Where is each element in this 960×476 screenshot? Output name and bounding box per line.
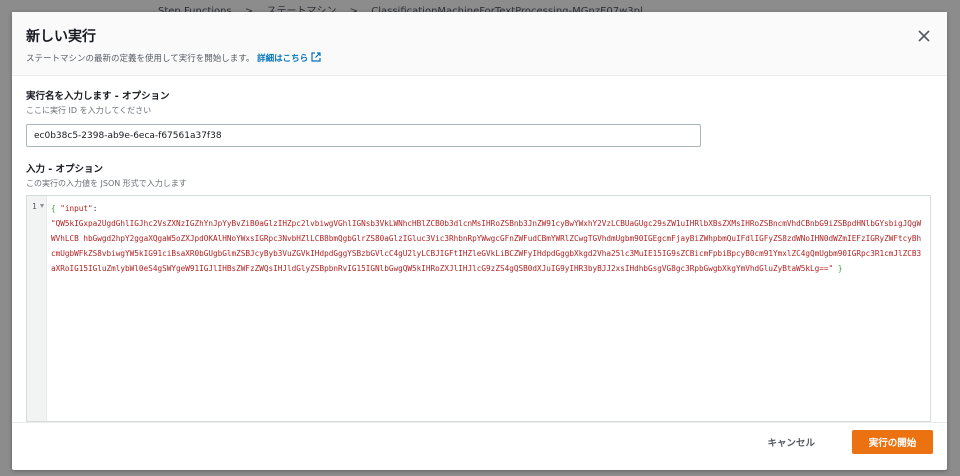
execution-name-input[interactable] <box>26 124 701 147</box>
json-colon: : <box>92 204 98 213</box>
editor-code[interactable]: { "input": "QW5kIGxpa2UgdGhlIGJhc2VsZXNz… <box>51 201 924 276</box>
modal-title: 新しい実行 <box>26 29 96 45</box>
editor-gutter: 1 <box>27 196 47 421</box>
modal-description-text: ステートマシンの最新の定義を使用して実行を開始します。 <box>26 54 255 64</box>
input-description: この実行の入力値を JSON 形式で入力します <box>26 179 187 188</box>
modal-footer: キャンセル 実行の開始 <box>12 422 947 470</box>
json-open-brace: { <box>51 204 56 213</box>
modal-body: 実行名を入力します - オプション ここに実行 ID を入力してください 入力 … <box>12 76 947 422</box>
modal-description: ステートマシンの最新の定義を使用して実行を開始します。 詳細はこちら <box>26 52 932 65</box>
json-close-brace: } <box>837 264 843 273</box>
fold-arrow-icon[interactable] <box>40 204 44 208</box>
json-key: "input" <box>60 204 93 213</box>
input-label: 入力 - オプション <box>26 164 104 175</box>
modal-header: 新しい実行 ステートマシンの最新の定義を使用して実行を開始します。 詳細はこちら <box>12 12 947 76</box>
json-value-text: "QW5kIGxpa2UgdGhlIGJhc2VsZXNzIGZhYnJpYyB… <box>51 219 922 273</box>
close-icon[interactable] <box>917 28 931 42</box>
execution-name-description: ここに実行 ID を入力してください <box>26 106 152 115</box>
new-execution-modal: 新しい実行 ステートマシンの最新の定義を使用して実行を開始します。 詳細はこちら… <box>12 12 947 470</box>
json-value: "QW5kIGxpa2UgdGhlIGJhc2VsZXNzIGZhYnJpYyB… <box>51 216 924 276</box>
line-number: 1 <box>32 202 37 211</box>
details-link-label: 詳細はこちら <box>257 54 309 64</box>
cancel-button[interactable]: キャンセル <box>755 431 827 453</box>
json-input-editor[interactable]: 1 { "input": "QW5kIGxpa2UgdGhlIGJhc2VsZX… <box>26 195 931 422</box>
start-execution-button[interactable]: 実行の開始 <box>852 430 933 454</box>
external-link-icon <box>311 52 321 65</box>
details-link[interactable]: 詳細はこちら <box>257 52 321 65</box>
execution-name-label: 実行名を入力します - オプション <box>26 91 170 102</box>
